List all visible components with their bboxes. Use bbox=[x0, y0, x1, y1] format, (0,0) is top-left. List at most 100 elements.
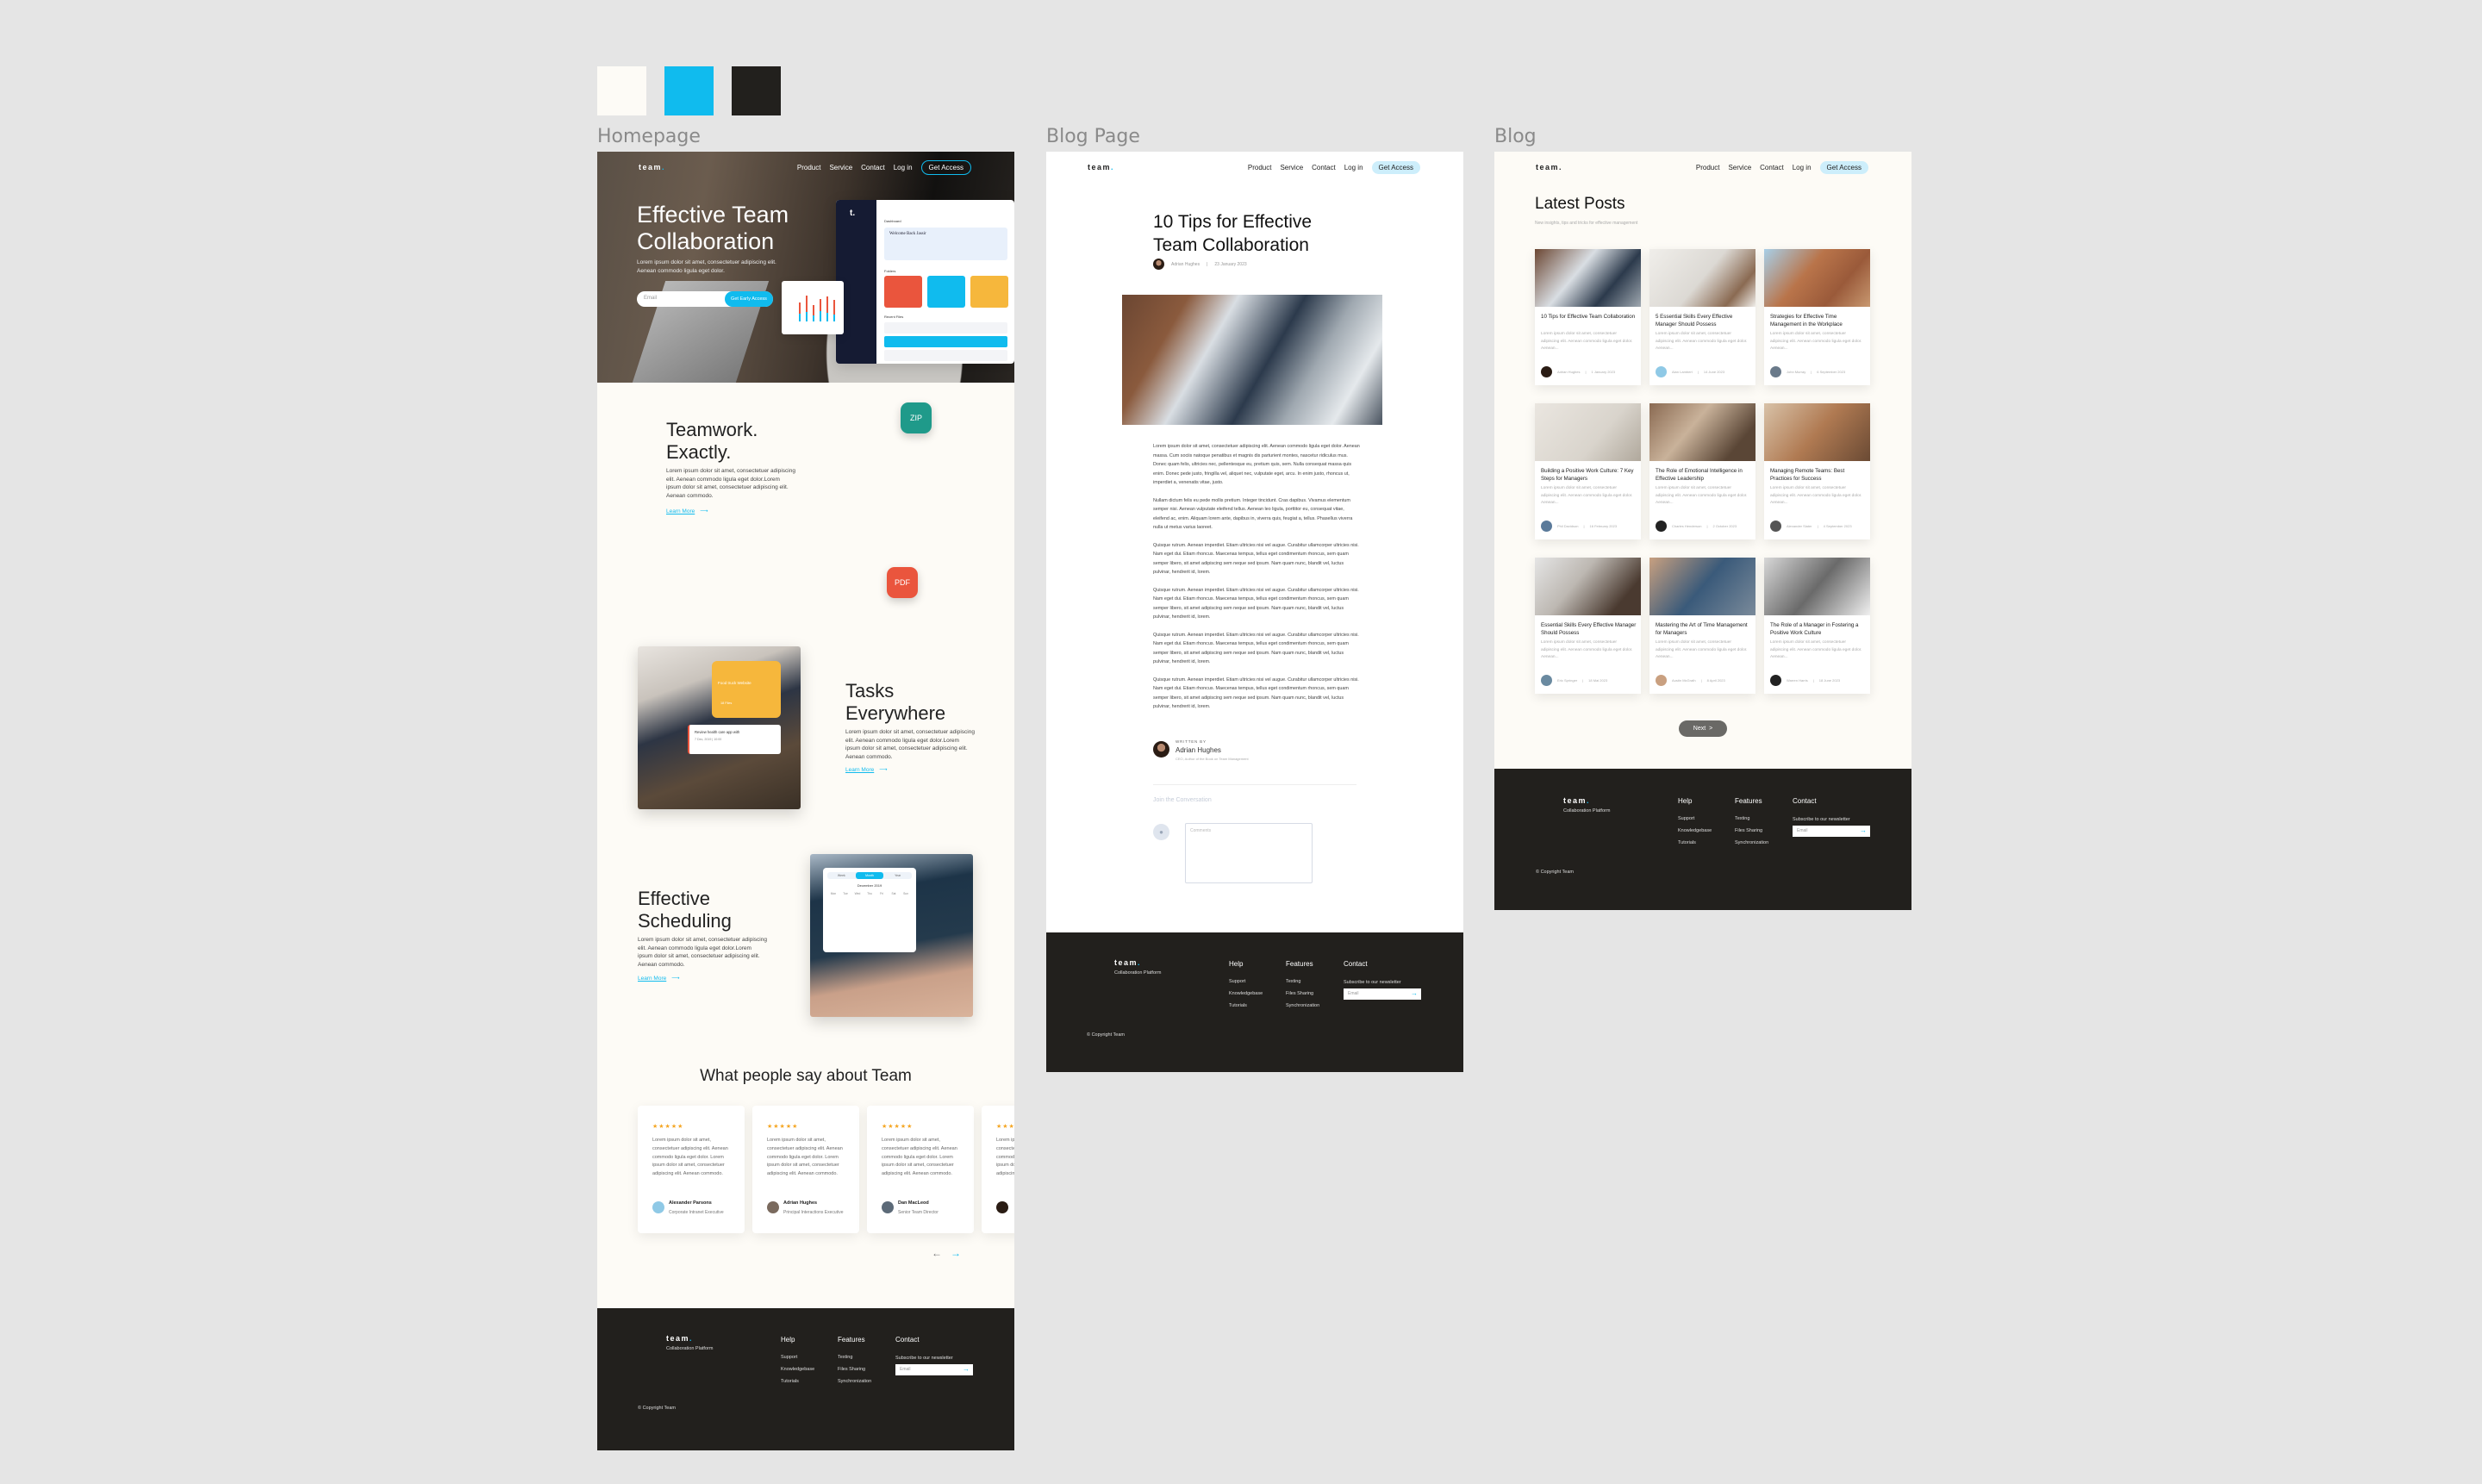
post-author: Eric Springer bbox=[1557, 678, 1578, 683]
nav-product[interactable]: Product bbox=[1248, 164, 1272, 171]
nav-contact[interactable]: Contact bbox=[1312, 164, 1336, 171]
article-paragraph: Quisque rutrum. Aenean imperdiet. Etiam … bbox=[1153, 632, 1359, 665]
feature-scheduling-body: Lorem ipsum dolor sit amet, consectetuer… bbox=[638, 937, 767, 968]
blog-post-card[interactable]: Mastering the Art of Time Management for… bbox=[1649, 558, 1755, 694]
footer-link-files-sharing[interactable]: Files Sharing bbox=[1286, 988, 1319, 1000]
comments-textarea[interactable]: Comments bbox=[1185, 823, 1313, 883]
testimonial-prev-button[interactable]: ← bbox=[932, 1247, 942, 1259]
footer-link-knowledgebase[interactable]: Knowledgebase bbox=[1229, 988, 1263, 1000]
footer-features-links: Texting Files Sharing Synchronization bbox=[1286, 976, 1319, 1012]
footer-contact-title: Contact bbox=[1793, 797, 1817, 805]
footer-email-input[interactable]: Email → bbox=[1793, 826, 1870, 837]
submit-arrow-icon[interactable]: → bbox=[1411, 989, 1418, 997]
dashboard-heading: Dashboard bbox=[884, 219, 901, 223]
logo[interactable]: team. bbox=[1088, 163, 1114, 171]
footer-link-tutorials[interactable]: Tutorials bbox=[1229, 1000, 1263, 1012]
logo[interactable]: team. bbox=[1536, 163, 1562, 171]
nav-contact[interactable]: Contact bbox=[1760, 164, 1784, 171]
blog-post-card[interactable]: 5 Essential Skills Every Effective Manag… bbox=[1649, 249, 1755, 385]
footer-link-support[interactable]: Support bbox=[1229, 976, 1263, 988]
post-title[interactable]: Essential Skills Every Effective Manager… bbox=[1541, 621, 1637, 637]
footer-link-tutorials[interactable]: Tutorials bbox=[781, 1375, 814, 1387]
post-title[interactable]: Mastering the Art of Time Management for… bbox=[1656, 621, 1752, 637]
post-meta: Warren Harris | 18 June 2023 bbox=[1770, 675, 1840, 686]
copyright: © Copyright Team bbox=[638, 1406, 676, 1411]
footer-help-links: Support Knowledgebase Tutorials bbox=[1678, 813, 1712, 849]
article-body: Lorem ipsum dolor sit amet, consectetuer… bbox=[1153, 442, 1360, 720]
post-title[interactable]: The Role of a Manager in Fostering a Pos… bbox=[1770, 621, 1867, 637]
star-rating-icon: ★★★★★ bbox=[767, 1124, 799, 1130]
article-meta: Adrian Hughes | 23 January 2023 bbox=[1153, 259, 1247, 270]
nav-login[interactable]: Log in bbox=[1344, 164, 1363, 171]
post-title[interactable]: Building a Positive Work Culture: 7 Key … bbox=[1541, 467, 1637, 483]
nav-product[interactable]: Product bbox=[797, 164, 821, 171]
footer-link-knowledgebase[interactable]: Knowledgebase bbox=[781, 1363, 814, 1375]
footer-link-texting[interactable]: Texting bbox=[1286, 976, 1319, 988]
post-title[interactable]: Strategies for Effective Time Management… bbox=[1770, 313, 1867, 328]
post-title[interactable]: 10 Tips for Effective Team Collaboration bbox=[1541, 313, 1637, 321]
footer-link-files-sharing[interactable]: Files Sharing bbox=[838, 1363, 871, 1375]
footer-link-support[interactable]: Support bbox=[781, 1351, 814, 1363]
footer-link-texting[interactable]: Texting bbox=[1735, 813, 1768, 825]
nav-service[interactable]: Service bbox=[1280, 164, 1303, 171]
author-avatar bbox=[1541, 521, 1552, 532]
footer-email-input[interactable]: Email → bbox=[1344, 988, 1421, 1000]
get-access-button[interactable]: Get Access bbox=[1819, 160, 1868, 174]
footer-link-files-sharing[interactable]: Files Sharing bbox=[1735, 825, 1768, 837]
feature-scheduling-learn-more[interactable]: Learn More ⟶ bbox=[638, 975, 680, 982]
submit-arrow-icon[interactable]: → bbox=[1860, 826, 1867, 834]
get-early-access-button[interactable]: Get Early Access bbox=[725, 291, 773, 307]
calendar-tab-month[interactable]: Month bbox=[855, 872, 884, 879]
footer-logo[interactable]: team. bbox=[1114, 958, 1141, 967]
nav-service[interactable]: Service bbox=[829, 164, 852, 171]
footer-features-links: Texting Files Sharing Synchronization bbox=[1735, 813, 1768, 849]
footer-logo[interactable]: team. bbox=[1563, 796, 1590, 805]
logo[interactable]: team. bbox=[639, 163, 665, 171]
nav-login[interactable]: Log in bbox=[894, 164, 913, 171]
post-date: 6 September 2023 bbox=[1817, 370, 1846, 374]
post-author: Alan Lambert bbox=[1672, 370, 1693, 374]
nav-service[interactable]: Service bbox=[1728, 164, 1751, 171]
article-author[interactable]: Adrian Hughes bbox=[1171, 262, 1200, 267]
blog-post-card[interactable]: The Role of Emotional Intelligence in Ef… bbox=[1649, 403, 1755, 539]
post-author: Adrian Hughes bbox=[1557, 370, 1581, 374]
blog-post-card[interactable]: Essential Skills Every Effective Manager… bbox=[1535, 558, 1641, 694]
feature-tasks-learn-more[interactable]: Learn More ⟶ bbox=[845, 766, 888, 773]
blog-post-card[interactable]: The Role of a Manager in Fostering a Pos… bbox=[1764, 558, 1870, 694]
footer-help-title: Help bbox=[781, 1336, 795, 1344]
hero-email-input[interactable]: Email bbox=[644, 296, 657, 301]
post-excerpt: Lorem ipsum dolor sit amet, consectetuer… bbox=[1770, 332, 1862, 351]
calendar-tab-week[interactable]: Week bbox=[827, 872, 856, 879]
post-title[interactable]: Managing Remote Teams: Best Practices fo… bbox=[1770, 467, 1867, 483]
avatar bbox=[882, 1201, 894, 1213]
post-title[interactable]: 5 Essential Skills Every Effective Manag… bbox=[1656, 313, 1752, 328]
calendar-tab-year[interactable]: Year bbox=[883, 872, 912, 879]
footer-link-tutorials[interactable]: Tutorials bbox=[1678, 837, 1712, 849]
nav-product[interactable]: Product bbox=[1696, 164, 1720, 171]
feature-teamwork-learn-more[interactable]: Learn More ⟶ bbox=[666, 508, 708, 514]
footer-contact-title: Contact bbox=[895, 1336, 920, 1344]
blog-post-card[interactable]: Managing Remote Teams: Best Practices fo… bbox=[1764, 403, 1870, 539]
post-title[interactable]: The Role of Emotional Intelligence in Ef… bbox=[1656, 467, 1752, 483]
footer-logo[interactable]: team. bbox=[666, 1334, 693, 1343]
nav-contact[interactable]: Contact bbox=[861, 164, 885, 171]
get-access-button[interactable]: Get Access bbox=[920, 159, 971, 175]
footer-link-synchronization[interactable]: Synchronization bbox=[1735, 837, 1768, 849]
testimonial-next-button[interactable]: → bbox=[951, 1247, 961, 1259]
dashboard-recent-label: Recent Files bbox=[884, 315, 904, 319]
nav-login[interactable]: Log in bbox=[1793, 164, 1812, 171]
submit-arrow-icon[interactable]: → bbox=[963, 1365, 970, 1373]
footer-link-synchronization[interactable]: Synchronization bbox=[838, 1375, 871, 1387]
meta-separator: | bbox=[1582, 678, 1584, 683]
blog-post-card[interactable]: 10 Tips for Effective Team Collaboration… bbox=[1535, 249, 1641, 385]
footer-link-synchronization[interactable]: Synchronization bbox=[1286, 1000, 1319, 1012]
next-page-button[interactable]: Next > bbox=[1679, 720, 1727, 737]
footer-email-input[interactable]: Email → bbox=[895, 1364, 973, 1375]
blog-post-card[interactable]: Building a Positive Work Culture: 7 Key … bbox=[1535, 403, 1641, 539]
blog-post-card[interactable]: Strategies for Effective Time Management… bbox=[1764, 249, 1870, 385]
footer-link-knowledgebase[interactable]: Knowledgebase bbox=[1678, 825, 1712, 837]
footer-link-texting[interactable]: Texting bbox=[838, 1351, 871, 1363]
footer-link-support[interactable]: Support bbox=[1678, 813, 1712, 825]
get-access-button[interactable]: Get Access bbox=[1371, 160, 1420, 174]
footer-tagline: Collaboration Platform bbox=[666, 1346, 714, 1351]
